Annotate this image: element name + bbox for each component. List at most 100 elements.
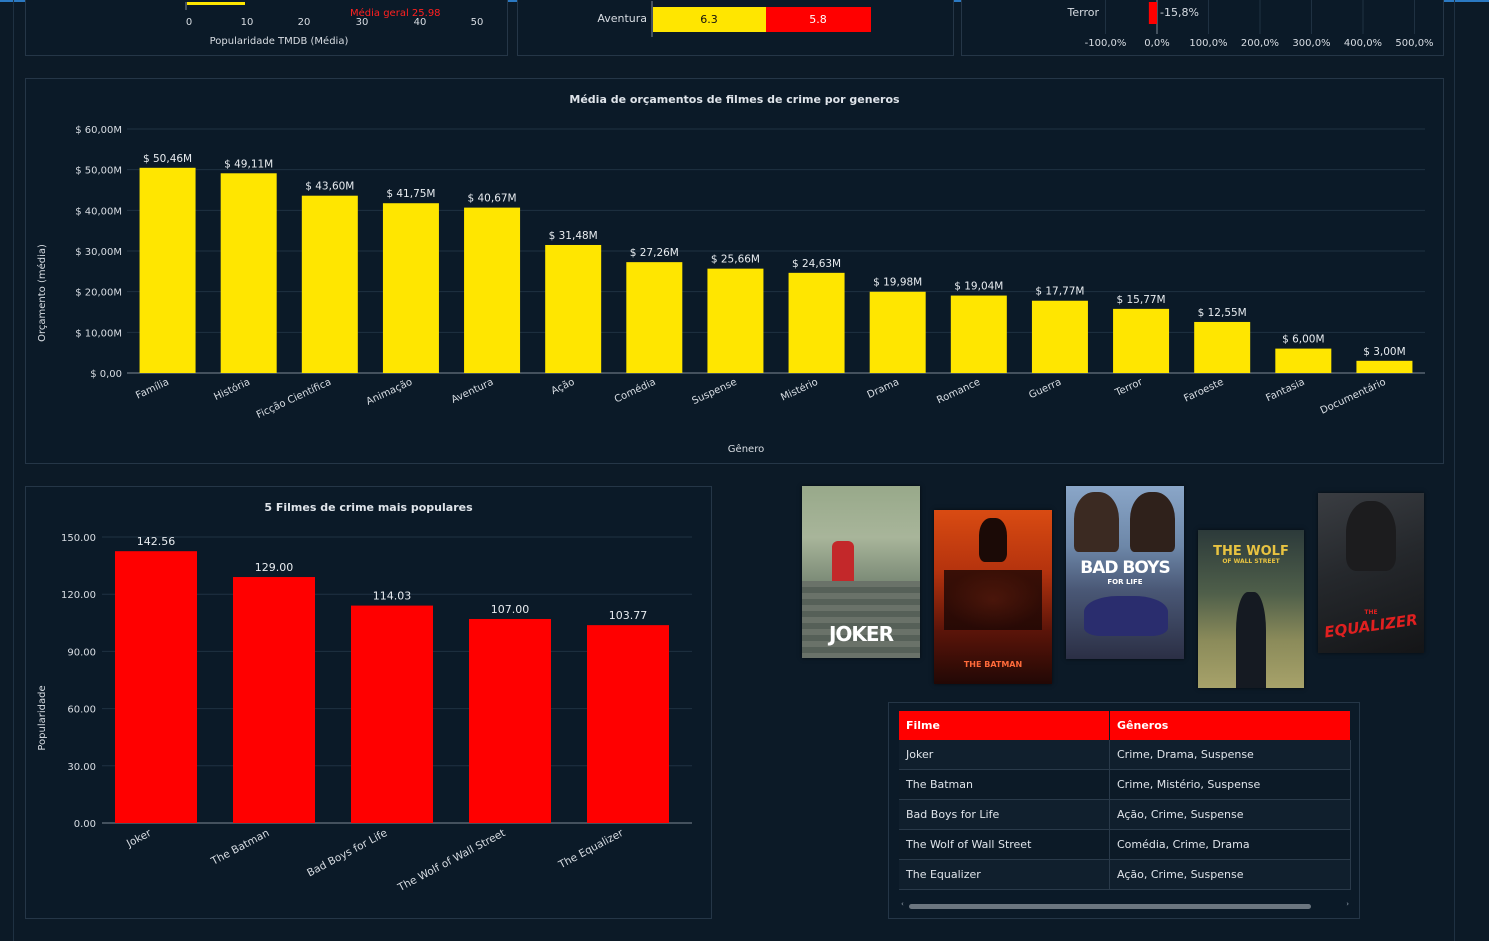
badboys-poster: BAD BOYS FOR LIFE — [1066, 486, 1184, 659]
budget-bar — [1356, 360, 1413, 373]
budget-x-tick: Ficção Científica — [254, 376, 333, 421]
budget-bar — [545, 244, 602, 373]
wolf-poster-title: THE WOLF — [1213, 544, 1289, 559]
scroll-left-icon[interactable]: ‹ — [901, 900, 904, 908]
budget-x-tick: Drama — [866, 377, 901, 401]
table-row[interactable]: Bad Boys for Life Ação, Crime, Suspense — [899, 799, 1351, 830]
budget-bar — [707, 268, 764, 373]
budget-bar — [869, 291, 926, 373]
variation-category-label: Terror — [1067, 6, 1100, 19]
budget-chart-panel: Média de orçamentos de filmes de crime p… — [25, 78, 1444, 464]
wolf-poster: THE WOLF OF WALL STREET — [1198, 530, 1304, 688]
batman-cast — [944, 570, 1042, 630]
budget-y-tick: $ 0,00 — [90, 369, 122, 380]
budget-x-tick: História — [212, 376, 252, 403]
table-header-film[interactable]: Filme — [899, 711, 1110, 740]
popular-bar — [587, 625, 669, 823]
popular-bar-label: 103.77 — [609, 609, 648, 622]
budget-bar — [1194, 321, 1251, 373]
popular-y-tick: 150.00 — [61, 533, 96, 544]
table-row[interactable]: The Batman Crime, Mistério, Suspense — [899, 769, 1351, 800]
popular-bar — [351, 605, 433, 823]
popular-y-axis-label: Popularidade — [37, 685, 48, 750]
popular-bar — [469, 618, 551, 823]
budget-y-tick: $ 40,00M — [75, 206, 122, 217]
table-row[interactable]: The Equalizer Ação, Crime, Suspense — [899, 859, 1351, 890]
table-cell-genres: Crime, Drama, Suspense — [1109, 740, 1351, 770]
table-row[interactable]: The Wolf of Wall Street Comédia, Crime, … — [899, 829, 1351, 860]
popular-y-tick: 60.00 — [67, 705, 96, 716]
budget-y-tick: $ 20,00M — [75, 288, 122, 299]
budget-x-tick: Mistério — [779, 376, 820, 404]
table-cell-film: Joker — [899, 740, 1110, 770]
budget-chart: Orçamento (média) Gênero $ 0,00 $ 10,00M $… — [36, 125, 1425, 455]
budget-x-tick: Aventura — [450, 377, 496, 406]
left-divider — [13, 0, 14, 941]
equalizer-poster: THE EQUALIZER — [1318, 493, 1424, 653]
popular-chart: Popularidade 0.00 30.00 60.00 90.00 120.00 15… — [37, 533, 692, 894]
rating-value-label: 5.8 — [809, 13, 827, 26]
budget-y-tick: $ 60,00M — [75, 125, 122, 136]
table-cell-film: The Equalizer — [899, 859, 1110, 890]
scroll-right-icon[interactable]: › — [1346, 900, 1349, 908]
variation-tick: 300,0% — [1292, 38, 1330, 49]
badboys-poster-title: BAD BOYS — [1080, 558, 1171, 578]
budget-bar — [220, 173, 277, 373]
table-cell-film: The Wolf of Wall Street — [899, 829, 1110, 860]
joker-poster-title: JOKER — [828, 622, 894, 646]
table-header-row: Filme Gêneros — [899, 711, 1351, 740]
budget-x-tick: Ação — [550, 377, 577, 397]
variation-tick: 500,0% — [1395, 38, 1433, 49]
popular-bar-label: 142.56 — [137, 535, 176, 548]
popular-y-tick: 0.00 — [74, 819, 96, 830]
popular-x-tick: Bad Boys for Life — [305, 827, 389, 879]
budget-bar-label: $ 25,66M — [711, 254, 760, 266]
budget-bar-label: $ 41,75M — [386, 188, 435, 200]
popular-y-tick: 120.00 — [61, 590, 96, 601]
badboys-figure-left — [1074, 492, 1119, 552]
budget-x-tick: Animação — [365, 377, 415, 408]
table-cell-genres: Crime, Mistério, Suspense — [1109, 769, 1351, 800]
budget-y-tick: $ 50,00M — [75, 166, 122, 177]
popular-bar-label: 129.00 — [255, 561, 294, 574]
budget-bar — [626, 262, 683, 373]
variation-tick: 0,0% — [1144, 38, 1169, 49]
budget-bar — [464, 207, 521, 373]
right-divider — [1454, 0, 1455, 941]
films-table: Filme Gêneros Joker Crime, Drama, Suspen… — [899, 711, 1351, 890]
budget-bar — [950, 295, 1007, 373]
budget-bar-label: $ 27,26M — [630, 247, 679, 259]
table-row[interactable]: Joker Crime, Drama, Suspense — [899, 740, 1351, 770]
variation-tick: 200,0% — [1241, 38, 1279, 49]
popularity-panel: 0 10 20 30 40 50 Média geral 25.98 Popul… — [25, 0, 508, 56]
variation-panel: Terror -15,8% -100,0% 0,0% 100,0% 200,0% 300… — [961, 0, 1444, 56]
table-cell-genres: Comédia, Crime, Drama — [1109, 829, 1351, 860]
budget-bar-label: $ 50,46M — [143, 153, 192, 165]
films-table-wrapper: Filme Gêneros Joker Crime, Drama, Suspen… — [899, 711, 1351, 890]
budget-x-tick: Guerra — [1027, 377, 1063, 402]
table-header-genres[interactable]: Gêneros — [1109, 711, 1351, 740]
budget-bar — [1113, 308, 1170, 373]
budget-bar-label: $ 49,11M — [224, 158, 273, 170]
popular-bar — [233, 577, 315, 823]
table-horizontal-scrollbar[interactable]: ‹ › — [901, 900, 1349, 910]
budget-y-tick: $ 10,00M — [75, 328, 122, 339]
variation-value-label: -15,8% — [1160, 6, 1199, 19]
budget-x-tick: Romance — [935, 377, 982, 407]
budget-bar-label: $ 31,48M — [549, 230, 598, 242]
popularity-tick: 10 — [241, 17, 254, 28]
variation-tick: -100,0% — [1085, 38, 1127, 49]
budget-x-tick: Suspense — [690, 377, 738, 407]
budget-x-tick: Terror — [1113, 376, 1145, 399]
scrollbar-thumb[interactable] — [909, 904, 1311, 909]
variation-tick: 400,0% — [1344, 38, 1382, 49]
budget-x-tick: Família — [134, 376, 171, 402]
popular-x-tick: The Equalizer — [556, 827, 626, 872]
batman-poster-title: THE BATMAN — [963, 660, 1023, 669]
budget-y-tick: $ 30,00M — [75, 247, 122, 258]
budget-bar — [382, 203, 439, 373]
budget-bar-label: $ 6,00M — [1282, 334, 1324, 346]
budget-x-tick: Comédia — [612, 376, 657, 406]
popular-y-tick: 90.00 — [67, 647, 96, 658]
budget-bar-label: $ 43,60M — [305, 181, 354, 193]
